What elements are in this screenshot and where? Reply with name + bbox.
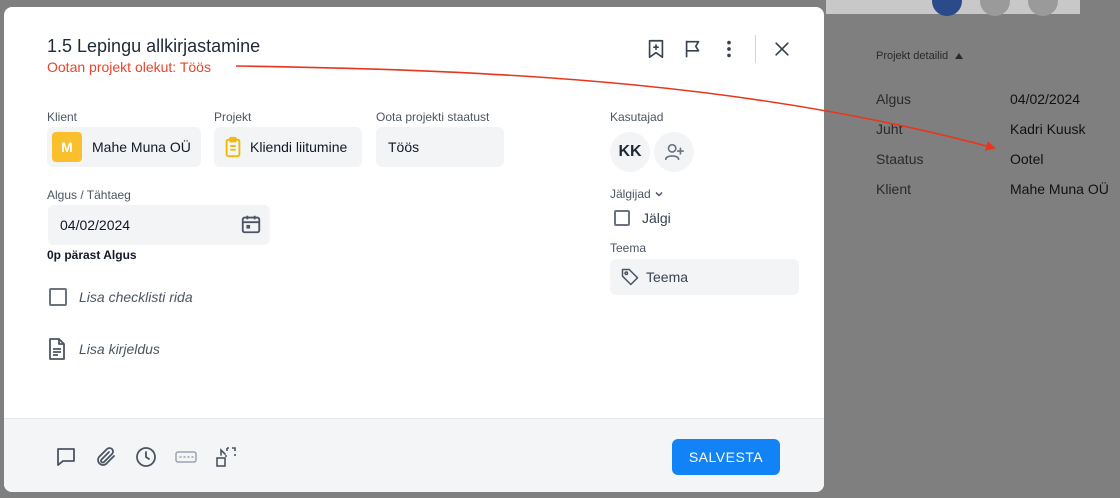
header-divider bbox=[755, 35, 756, 63]
clock-icon[interactable] bbox=[133, 444, 159, 470]
modal-footer: SALVESTA bbox=[4, 418, 824, 492]
caret-up-icon bbox=[955, 53, 964, 59]
client-name: Mahe Muna OÜ bbox=[92, 139, 191, 155]
project-label: Projekt bbox=[214, 110, 252, 124]
status-selector[interactable]: Töös bbox=[376, 127, 504, 167]
theme-label: Teema bbox=[610, 241, 647, 255]
details-row-client: Klient Mahe Muna OÜ bbox=[876, 174, 1120, 204]
project-details-panel: Projekt detailid Algus 04/02/2024 Juht K… bbox=[876, 50, 1120, 204]
clipboard-icon bbox=[222, 136, 244, 158]
follow-checkbox[interactable] bbox=[614, 210, 630, 226]
details-value: 04/02/2024 bbox=[1010, 91, 1081, 107]
comment-icon[interactable] bbox=[53, 444, 79, 470]
checklist-checkbox[interactable] bbox=[49, 288, 67, 306]
user-plus-icon bbox=[663, 141, 685, 163]
details-key: Staatus bbox=[876, 151, 924, 167]
calendar-icon[interactable] bbox=[240, 213, 262, 238]
status-label: Oota projekti staatust bbox=[376, 110, 490, 124]
task-modal: 1.5 Lepingu allkirjastamine Ootan projek… bbox=[4, 7, 824, 492]
project-selector[interactable]: Kliendi liitumine bbox=[214, 127, 362, 167]
date-label: Algus / Tähtaeg bbox=[47, 188, 131, 202]
user-avatar[interactable]: KK bbox=[610, 132, 650, 172]
details-value: Mahe Muna OÜ bbox=[1010, 181, 1109, 197]
followers-toggle[interactable]: Jälgijad bbox=[610, 187, 665, 201]
details-row-start: Algus 04/02/2024 bbox=[876, 84, 1120, 114]
details-value: Ootel bbox=[1010, 151, 1044, 167]
task-title[interactable]: 1.5 Lepingu allkirjastamine bbox=[47, 36, 260, 57]
followers-label: Jälgijad bbox=[610, 187, 651, 201]
add-user-button[interactable] bbox=[654, 132, 694, 172]
add-checklist-item[interactable]: Lisa checklisti rida bbox=[79, 289, 193, 305]
follow-label: Jälgi bbox=[642, 210, 671, 226]
theme-placeholder: Teema bbox=[646, 269, 689, 285]
save-button[interactable]: SALVESTA bbox=[672, 439, 780, 475]
close-icon[interactable] bbox=[770, 37, 794, 61]
waiting-status-text: Ootan projekt olekut: Töös bbox=[47, 59, 211, 75]
details-key: Klient bbox=[876, 181, 912, 197]
status-value: Töös bbox=[388, 139, 420, 155]
document-icon bbox=[47, 338, 67, 365]
more-vertical-icon[interactable] bbox=[717, 37, 741, 61]
date-value: 04/02/2024 bbox=[60, 217, 131, 233]
project-details-header[interactable]: Projekt detailid bbox=[876, 50, 1120, 62]
details-row-status: Staatus Ootel bbox=[876, 144, 1120, 174]
tag-icon bbox=[620, 267, 640, 287]
theme-selector[interactable]: Teema bbox=[610, 259, 799, 295]
project-name: Kliendi liitumine bbox=[250, 139, 348, 155]
keyboard-icon[interactable] bbox=[173, 444, 199, 470]
client-label: Klient bbox=[47, 110, 78, 124]
client-selector[interactable]: M Mahe Muna OÜ bbox=[47, 127, 201, 167]
date-input[interactable]: 04/02/2024 bbox=[48, 205, 270, 245]
project-details-title: Projekt detailid bbox=[876, 50, 949, 62]
details-row-lead: Juht Kadri Kuusk bbox=[876, 114, 1120, 144]
details-key: Algus bbox=[876, 91, 912, 107]
flag-icon[interactable] bbox=[681, 37, 705, 61]
attachment-icon[interactable] bbox=[93, 444, 119, 470]
bookmark-plus-icon[interactable] bbox=[644, 37, 668, 61]
add-description[interactable]: Lisa kirjeldus bbox=[79, 341, 160, 357]
date-offset-text: 0p pärast Algus bbox=[47, 248, 137, 262]
details-key: Juht bbox=[876, 121, 903, 137]
client-avatar: M bbox=[52, 132, 82, 162]
convert-icon[interactable] bbox=[213, 444, 239, 470]
chevron-down-icon bbox=[655, 191, 663, 197]
users-label: Kasutajad bbox=[610, 110, 664, 124]
details-value: Kadri Kuusk bbox=[1010, 121, 1086, 137]
